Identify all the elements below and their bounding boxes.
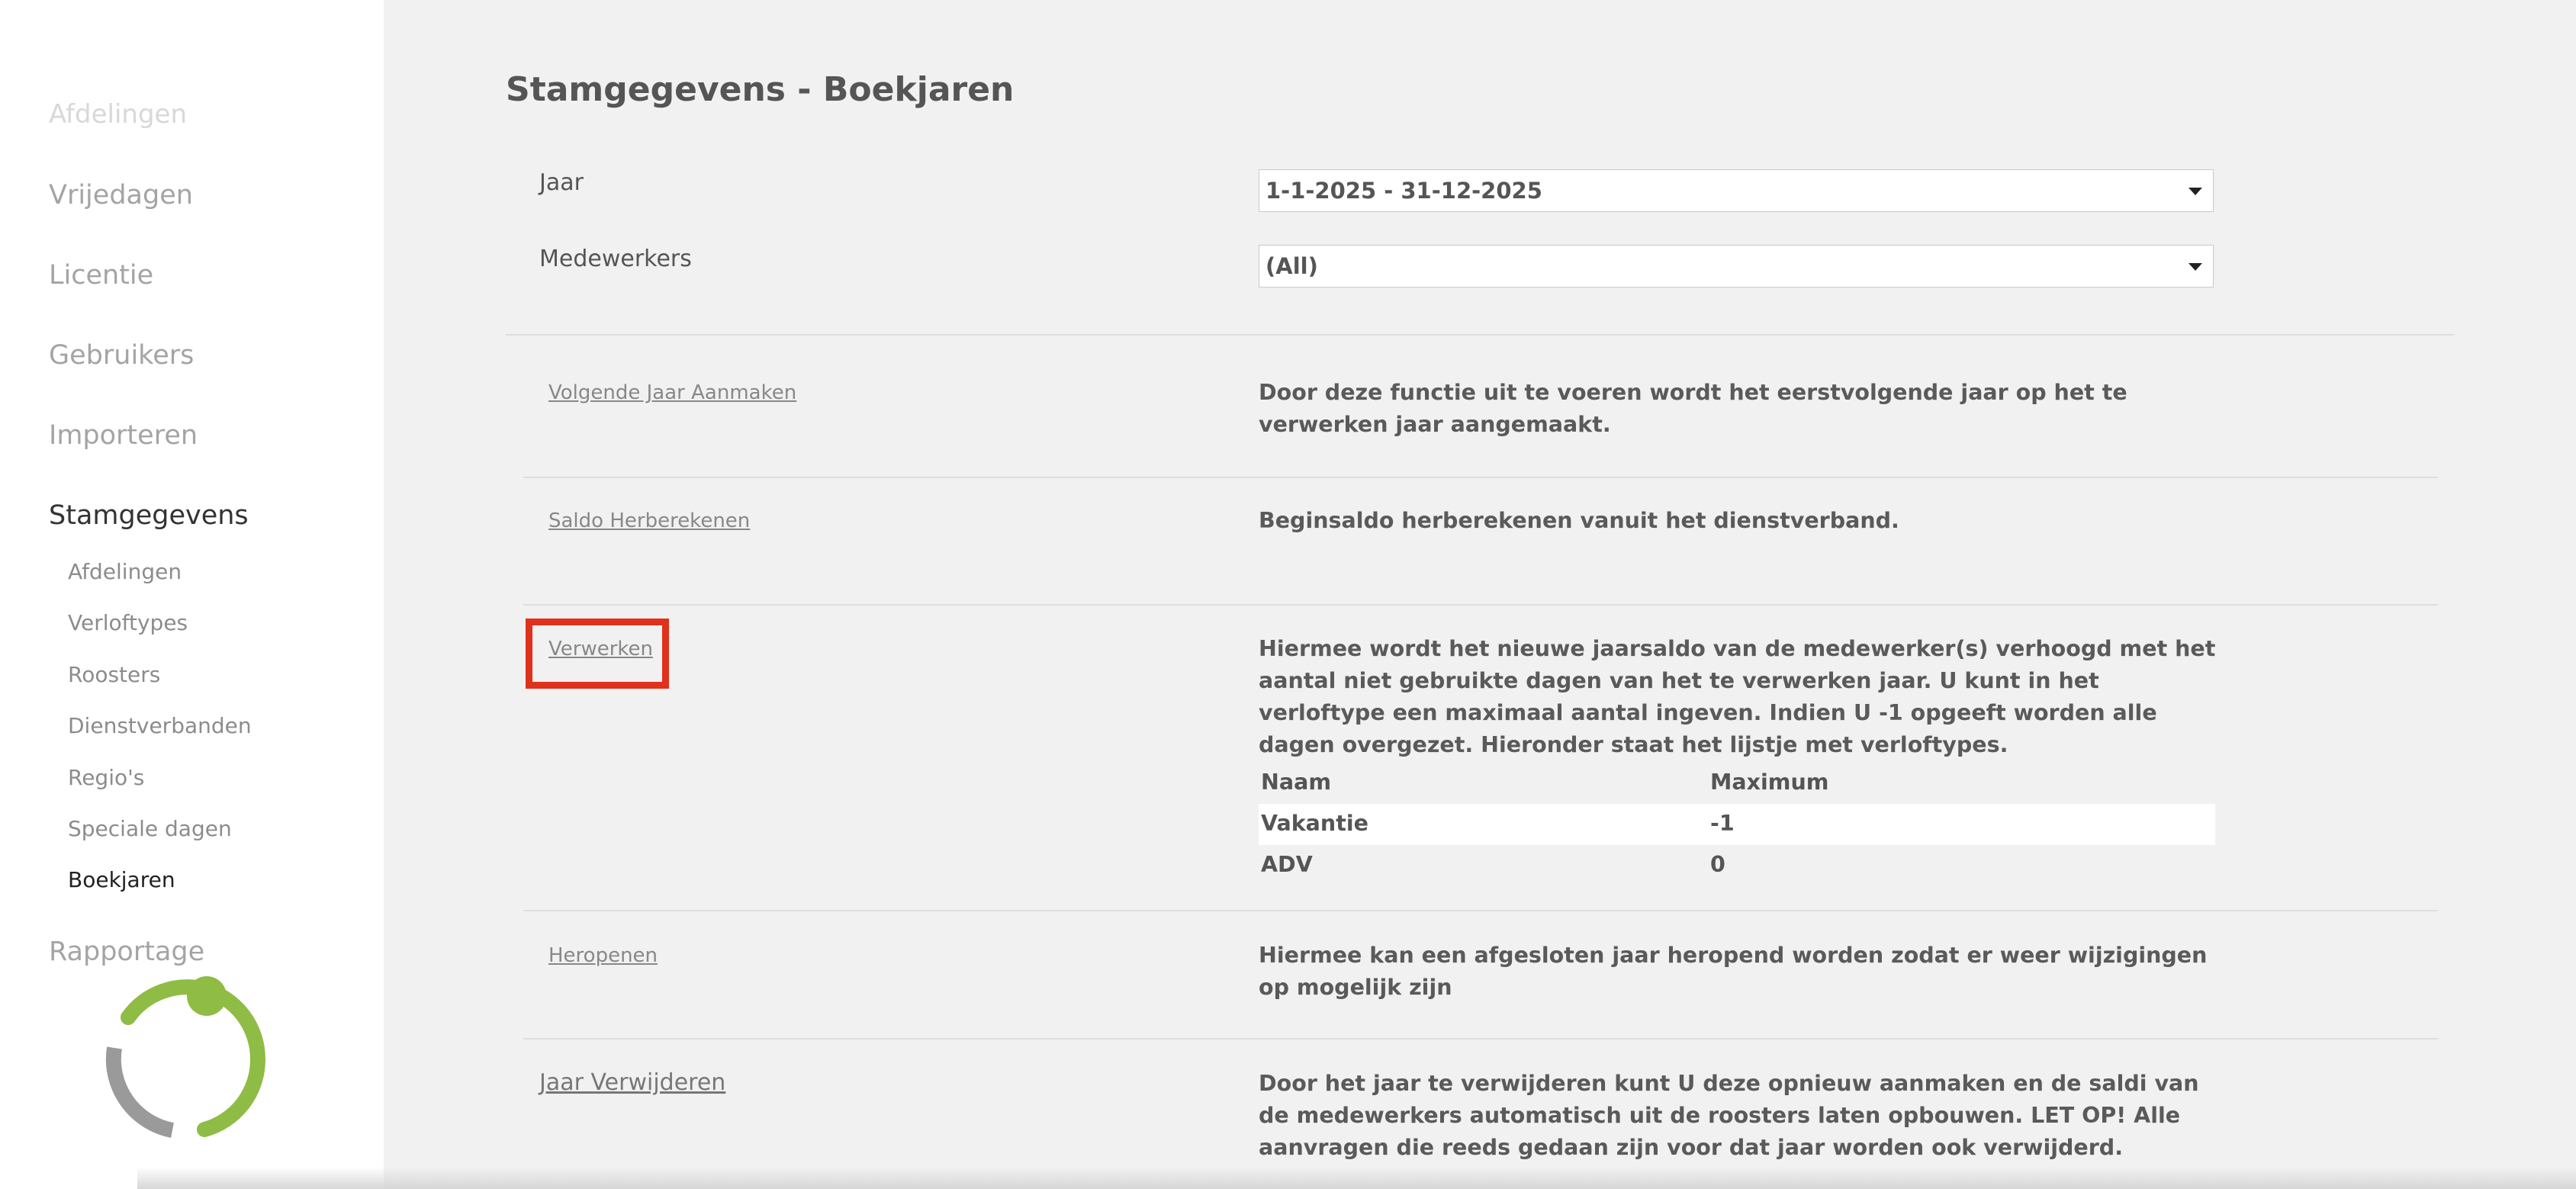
- divider: [523, 1038, 2438, 1040]
- chevron-down-icon: [2188, 188, 2202, 195]
- sidebar-item-vrijedagen[interactable]: Vrijedagen: [49, 174, 249, 254]
- loading-spinner-icon: [105, 976, 266, 1138]
- medewerkers-select-value: (All): [1265, 253, 1318, 279]
- jaar-select-value: 1-1-2025 - 31-12-2025: [1265, 178, 1542, 204]
- jaar-verwijderen-link[interactable]: Jaar Verwijderen: [539, 1069, 725, 1096]
- sidebar-subitem-dienstverbanden[interactable]: Dienstverbanden: [68, 709, 252, 760]
- table-row: ADV 0: [1259, 845, 2215, 886]
- column-header-naam: Naam: [1261, 770, 1332, 795]
- jaar-label: Jaar: [539, 169, 584, 196]
- divider: [523, 604, 2438, 606]
- sidebar-menu: Vrijedagen Licentie Gebruikers Importere…: [49, 174, 249, 574]
- volgende-jaar-aanmaken-link[interactable]: Volgende Jaar Aanmaken: [548, 381, 796, 404]
- bottom-shadow: [137, 1167, 2576, 1189]
- sidebar: Afdelingen Vrijedagen Licentie Gebruiker…: [0, 0, 384, 1189]
- sidebar-item-gebruikers[interactable]: Gebruikers: [49, 334, 249, 414]
- column-header-maximum: Maximum: [1710, 770, 1829, 795]
- table-cell-maximum: 0: [1710, 852, 1725, 877]
- saldo-herberekenen-link[interactable]: Saldo Herberekenen: [548, 509, 750, 532]
- sidebar-subitem-afdelingen[interactable]: Afdelingen: [68, 555, 252, 606]
- heropenen-description: Hiermee kan een afgesloten jaar heropend…: [1259, 943, 2208, 1000]
- saldo-herberekenen-description: Beginsaldo herberekenen vanuit het diens…: [1259, 508, 1899, 533]
- sidebar-item-rapportage[interactable]: Rapportage: [49, 937, 204, 967]
- sidebar-subitem-regios[interactable]: Regio's: [68, 761, 252, 812]
- heropenen-link[interactable]: Heropenen: [548, 944, 658, 967]
- table-cell-maximum: -1: [1710, 811, 1735, 836]
- sidebar-subitem-boekjaren[interactable]: Boekjaren: [68, 863, 252, 914]
- sidebar-subitem-verloftypes[interactable]: Verloftypes: [68, 606, 252, 657]
- verwerken-link[interactable]: Verwerken: [548, 638, 653, 660]
- jaar-verwijderen-description: Door het jaar te verwijderen kunt U deze…: [1259, 1071, 2199, 1160]
- sidebar-item-partial[interactable]: Afdelingen: [49, 99, 187, 130]
- table-row: Vakantie -1: [1259, 804, 2215, 845]
- medewerkers-select[interactable]: (All): [1259, 245, 2214, 288]
- medewerkers-label: Medewerkers: [539, 246, 692, 272]
- table-cell-naam: ADV: [1261, 852, 1313, 877]
- volgende-jaar-aanmaken-description: Door deze functie uit te voeren wordt he…: [1259, 380, 2127, 437]
- chevron-down-icon: [2188, 263, 2202, 271]
- verwerken-description: Hiermee wordt het nieuwe jaarsaldo van d…: [1259, 636, 2216, 757]
- sidebar-item-licentie[interactable]: Licentie: [49, 254, 249, 334]
- verloftypes-table: Naam Maximum Vakantie -1 ADV 0: [1259, 763, 2215, 886]
- page-title: Stamgegevens - Boekjaren: [506, 70, 1015, 109]
- jaar-select[interactable]: 1-1-2025 - 31-12-2025: [1259, 169, 2214, 212]
- sidebar-item-importeren[interactable]: Importeren: [49, 414, 249, 494]
- divider: [523, 477, 2438, 478]
- divider: [523, 910, 2438, 911]
- table-cell-naam: Vakantie: [1261, 811, 1368, 836]
- sidebar-subitem-speciale-dagen[interactable]: Speciale dagen: [68, 812, 252, 863]
- divider: [506, 334, 2454, 336]
- sidebar-submenu: Afdelingen Verloftypes Roosters Dienstve…: [68, 555, 252, 915]
- table-header: Naam Maximum: [1259, 763, 2215, 804]
- sidebar-subitem-roosters[interactable]: Roosters: [68, 658, 252, 709]
